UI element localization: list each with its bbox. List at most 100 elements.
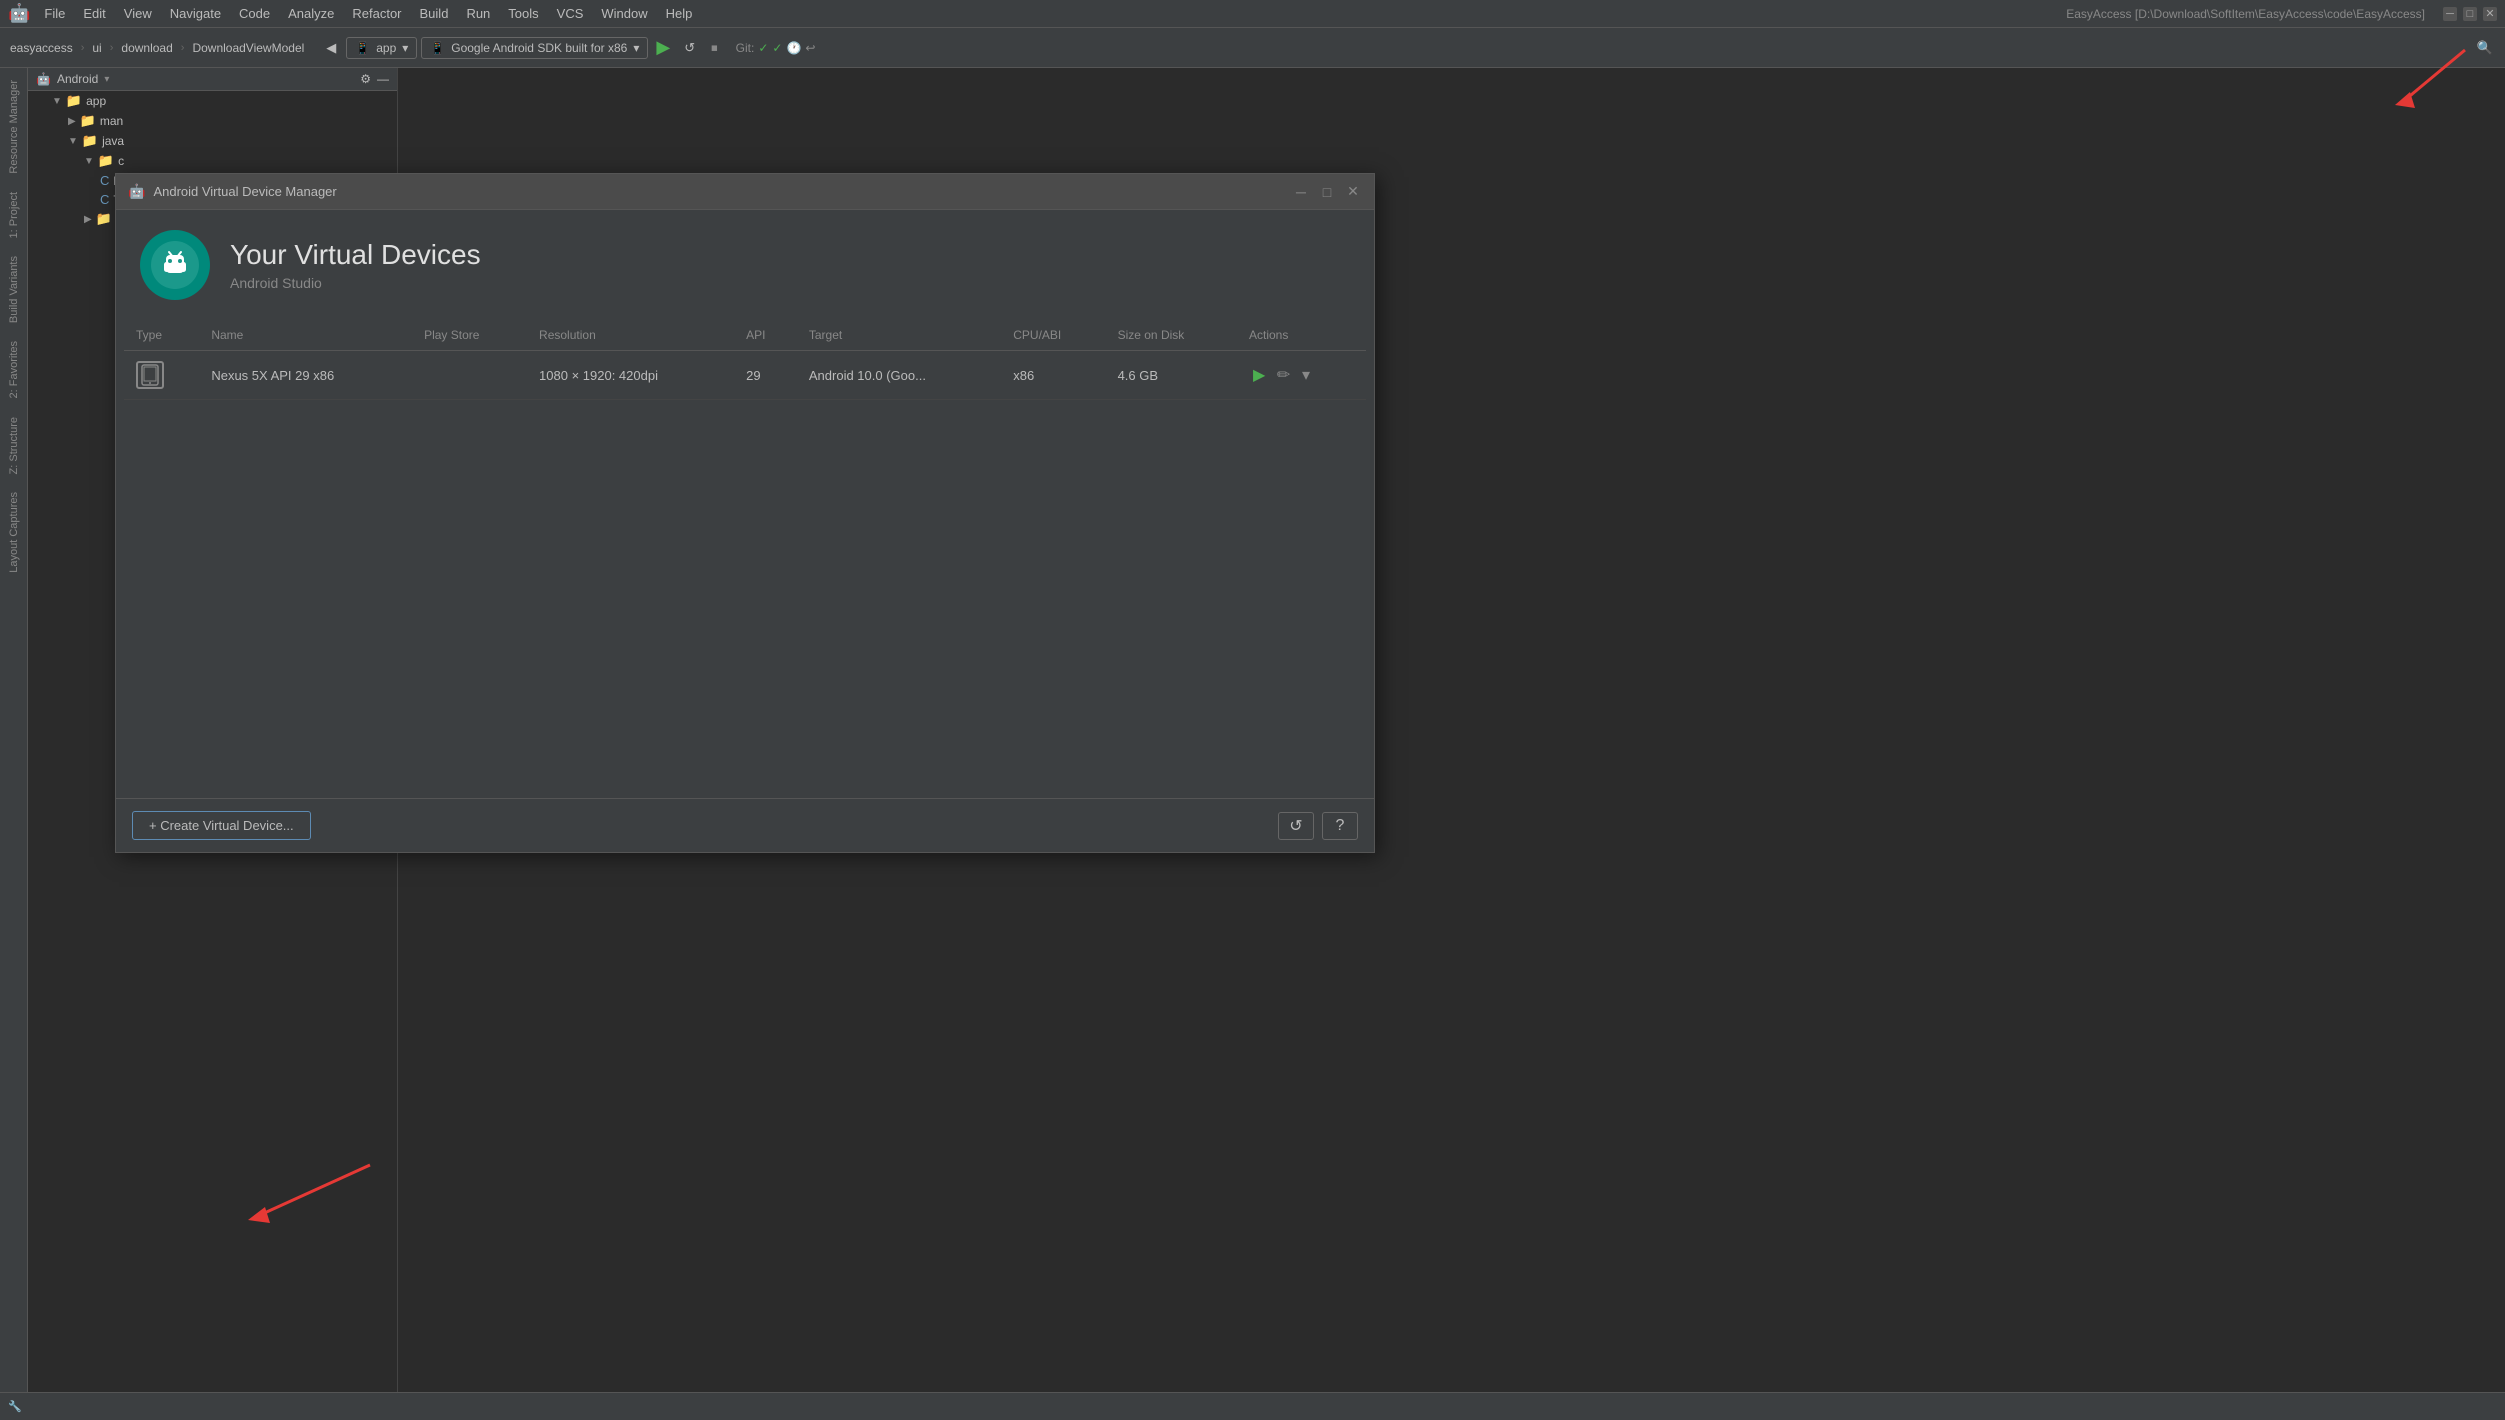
tree-item-java[interactable]: ▼ 📁 java [28,131,397,151]
run-button[interactable]: ▶ [652,37,674,58]
window-controls: ─ □ ✕ [2443,7,2497,21]
sidebar-tab-resource-manager[interactable]: Resource Manager [4,72,24,182]
action-play-button[interactable]: ▶ [1249,361,1269,389]
app-logo: 🤖 [8,3,30,24]
minimize-button[interactable]: ─ [2443,7,2457,21]
col-type[interactable]: Type [124,320,199,351]
panel-settings-icon[interactable]: ⚙ [360,72,371,86]
table-row[interactable]: Nexus 5X API 29 x86 1080 × 1920: 420dpi … [124,351,1366,400]
cell-target: Android 10.0 (Goo... [797,351,1001,400]
breadcrumb-viewmodel[interactable]: DownloadViewModel [188,39,308,57]
menu-edit[interactable]: Edit [75,4,113,23]
refresh-avd-button[interactable]: ↺ [1278,812,1314,840]
col-api[interactable]: API [734,320,797,351]
main-layout: Resource Manager 1: Project Build Varian… [0,68,2505,1420]
col-target[interactable]: Target [797,320,1001,351]
avd-manager-dialog: 🤖 Android Virtual Device Manager ─ □ ✕ [115,173,1375,853]
close-button[interactable]: ✕ [2483,7,2497,21]
col-name[interactable]: Name [199,320,412,351]
panel-dropdown-icon[interactable]: ▾ [104,74,109,85]
tree-item-man[interactable]: ▶ 📁 man [28,111,397,131]
menu-code[interactable]: Code [231,4,278,23]
register-file-icon: C [100,173,109,188]
project-panel-header: 🤖 Android ▾ ⚙ — [28,68,397,91]
avd-dialog-title: Android Virtual Device Manager [153,184,1284,199]
sidebar-tab-structure[interactable]: Z: Structure [4,409,24,482]
col-play-store[interactable]: Play Store [412,320,527,351]
avd-subheading: Android Studio [230,275,481,291]
action-more-button[interactable]: ▾ [1298,361,1314,389]
menu-tools[interactable]: Tools [500,4,546,23]
android-icon: 🤖 [36,72,51,86]
avd-logo [140,230,210,300]
menu-analyze[interactable]: Analyze [280,4,342,23]
android-test-folder-icon: 📁 [96,211,112,227]
app-folder-icon: 📁 [66,93,82,109]
avd-close-button[interactable]: ✕ [1344,183,1362,201]
sdk-dropdown[interactable]: 📱 Google Android SDK built for x86 ▾ [421,37,648,59]
tree-label-man: man [100,114,123,128]
teamwork-file-icon: C [100,192,109,207]
refresh-button[interactable]: ↺ [678,36,701,60]
menu-build[interactable]: Build [412,4,457,23]
search-toolbar-button[interactable]: 🔍 [2471,36,2499,60]
menu-help[interactable]: Help [658,4,701,23]
create-virtual-device-button[interactable]: + Create Virtual Device... [132,811,311,840]
device-type-icon [136,361,164,389]
git-section: Git: ✓ ✓ 🕐 ↩ [736,41,816,55]
bottom-status: 🔧 [8,1400,22,1413]
avd-header-text: Your Virtual Devices Android Studio [230,239,481,291]
col-size-on-disk[interactable]: Size on Disk [1106,320,1237,351]
menu-vcs[interactable]: VCS [549,4,592,23]
breadcrumb-download[interactable]: download [117,39,176,57]
avd-table: Type Name Play Store Resolution API Targ… [124,320,1366,400]
menu-view[interactable]: View [116,4,160,23]
avd-table-header-row: Type Name Play Store Resolution API Targ… [124,320,1366,351]
tree-item-app[interactable]: ▼ 📁 app [28,91,397,111]
avd-titlebar: 🤖 Android Virtual Device Manager ─ □ ✕ [116,174,1374,210]
menu-run[interactable]: Run [458,4,498,23]
menu-refactor[interactable]: Refactor [344,4,409,23]
stop-button[interactable]: ⏹ [705,36,724,60]
cell-resolution: 1080 × 1920: 420dpi [527,351,734,400]
tree-item-c[interactable]: ▼ 📁 c [28,151,397,171]
cell-name: Nexus 5X API 29 x86 [199,351,412,400]
sidebar-tab-project[interactable]: 1: Project [4,184,24,246]
cell-cpu-abi: x86 [1001,351,1105,400]
java-folder-icon: 📁 [82,133,98,149]
app-dropdown[interactable]: 📱 app ▾ [346,37,417,59]
panel-close-icon[interactable]: — [377,72,389,86]
avd-header: Your Virtual Devices Android Studio [116,210,1374,320]
help-avd-button[interactable]: ? [1322,812,1358,840]
cell-type [124,351,199,400]
cell-actions: ▶ ✏ ▾ [1237,351,1366,400]
sidebar-tab-favorites[interactable]: 2: Favorites [4,333,24,406]
tree-label-app: app [86,94,106,108]
tree-arrow-android-test: ▶ [84,214,92,225]
bottom-bar: 🔧 [0,1392,2505,1420]
sidebar-tab-build-variants[interactable]: Build Variants [4,248,24,331]
back-button[interactable]: ◀ [320,36,342,60]
cell-play-store [412,351,527,400]
avd-minimize-button[interactable]: ─ [1292,183,1310,201]
breadcrumb-ui[interactable]: ui [88,39,105,57]
avd-footer: + Create Virtual Device... ↺ ? [116,798,1374,852]
left-sidebar: Resource Manager 1: Project Build Varian… [0,68,28,1420]
action-edit-button[interactable]: ✏ [1273,361,1294,389]
menu-file[interactable]: File [36,4,73,23]
tree-label-c: c [118,154,124,168]
sidebar-tab-layout-captures[interactable]: Layout Captures [4,484,24,581]
col-resolution[interactable]: Resolution [527,320,734,351]
man-folder-icon: 📁 [80,113,96,129]
avd-maximize-button[interactable]: □ [1318,183,1336,201]
maximize-button[interactable]: □ [2463,7,2477,21]
cell-api: 29 [734,351,797,400]
window-title: EasyAccess [D:\Download\SoftItem\EasyAcc… [2066,7,2425,21]
avd-heading: Your Virtual Devices [230,239,481,271]
col-cpu-abi[interactable]: CPU/ABI [1001,320,1105,351]
menu-window[interactable]: Window [593,4,655,23]
breadcrumb-easyaccess[interactable]: easyaccess [6,39,77,57]
cell-size-on-disk: 4.6 GB [1106,351,1237,400]
avd-table-container: Type Name Play Store Resolution API Targ… [116,320,1374,798]
menu-navigate[interactable]: Navigate [162,4,229,23]
